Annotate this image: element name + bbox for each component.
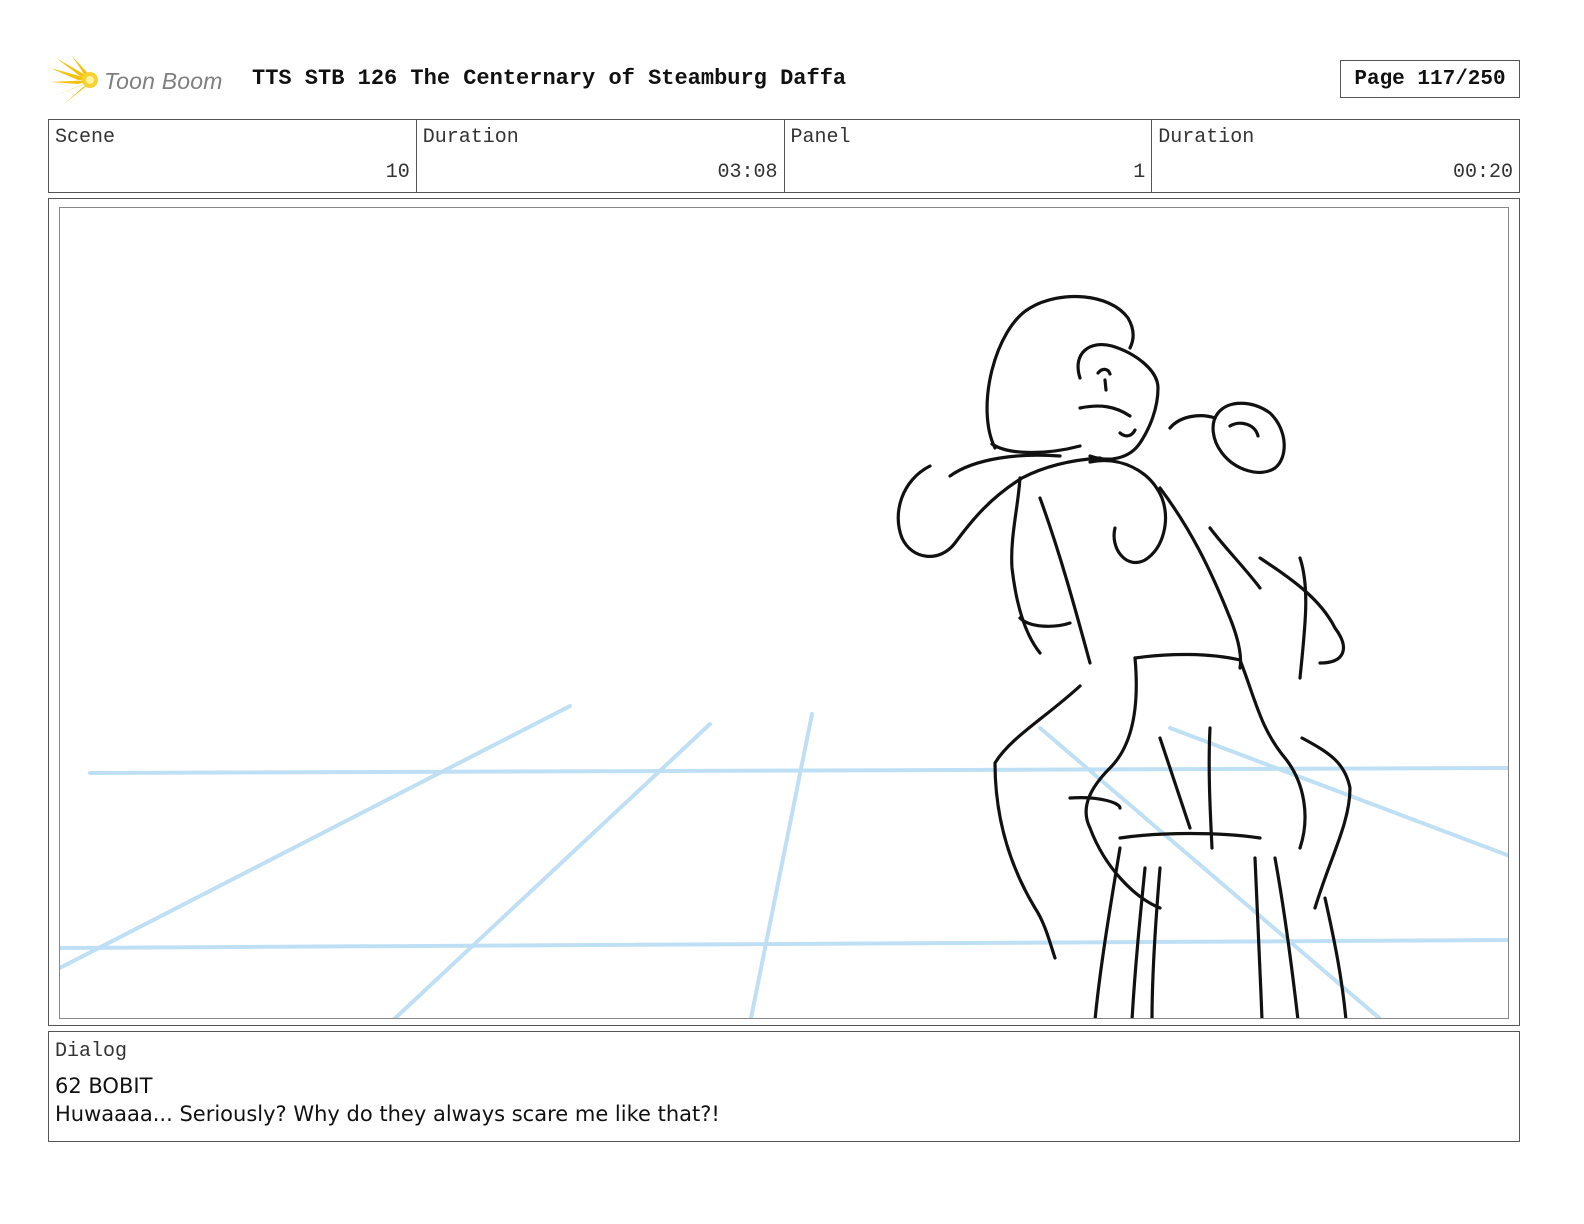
scene-value: 10 (385, 161, 410, 184)
scene-label: Scene (55, 126, 116, 149)
page-header: Toon Boom TTS STB 126 The Centernary of … (48, 52, 1520, 108)
panel-duration-value: 00:20 (1452, 161, 1513, 184)
dialog-line: Huwaaaa... Seriously? Why do they always… (55, 1102, 720, 1126)
panel-value: 1 (1133, 161, 1146, 184)
storyboard-panel (48, 198, 1520, 1026)
dialog-label: Dialog (55, 1040, 128, 1063)
dialog-box: Dialog 62 BOBIT Huwaaaa... Seriously? Wh… (48, 1031, 1520, 1142)
scene-duration-cell: Duration 03:08 (417, 120, 785, 192)
character-sketch (896, 294, 1352, 1018)
scene-info-table: Scene 10 Duration 03:08 Panel 1 Duration… (48, 119, 1520, 193)
logo-text: Toon Boom (104, 67, 223, 94)
scene-duration-label: Duration (422, 126, 519, 149)
scene-duration-value: 03:08 (717, 161, 778, 184)
dialog-speaker: 62 BOBIT (55, 1074, 153, 1098)
document-title: TTS STB 126 The Centernary of Steamburg … (252, 66, 847, 91)
panel-duration-label: Duration (1158, 126, 1255, 149)
page-number: Page 117/250 (1340, 60, 1520, 98)
panel-sketch (60, 294, 1508, 1018)
starburst-icon (50, 56, 98, 104)
panel-duration-cell: Duration 00:20 (1152, 120, 1519, 192)
toon-boom-logo: Toon Boom (50, 56, 240, 106)
dialog-text: 62 BOBIT Huwaaaa... Seriously? Why do th… (55, 1072, 720, 1128)
panel-drawing-area (59, 207, 1509, 1019)
panel-cell: Panel 1 (785, 120, 1153, 192)
panel-label: Panel (790, 126, 851, 149)
scene-cell: Scene 10 (49, 120, 417, 192)
